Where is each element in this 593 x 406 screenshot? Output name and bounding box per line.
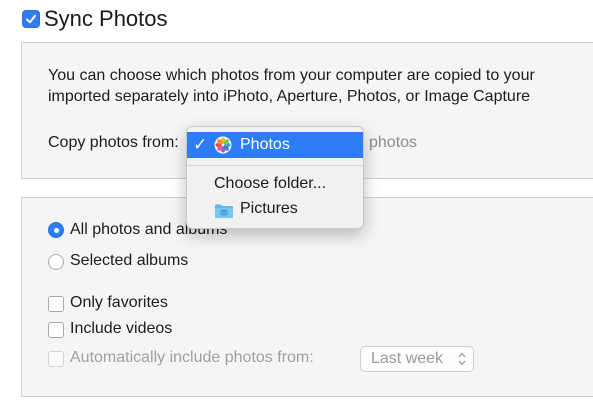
menu-separator (187, 165, 363, 166)
sync-photos-checkbox[interactable] (22, 10, 40, 28)
photos-app-icon (214, 136, 232, 154)
checkmark-icon (26, 14, 36, 24)
menu-item-photos[interactable]: ✓ Photos (187, 132, 363, 158)
folder-icon (215, 204, 233, 218)
menu-item-pictures[interactable]: Pictures (240, 200, 298, 218)
description-line-1: You can choose which photos from your co… (48, 67, 535, 84)
description-line-2: imported separately into iPhoto, Apertur… (48, 88, 531, 105)
period-select[interactable]: Last week (360, 346, 474, 372)
source-description: You can choose which photos from your co… (48, 65, 535, 107)
selected-check-icon: ✓ (193, 135, 208, 154)
menu-item-photos-label: Photos (240, 136, 290, 153)
only-favorites-label[interactable]: Only favorites (70, 294, 168, 312)
selected-albums-label[interactable]: Selected albums (70, 252, 188, 270)
copy-photos-suffix: photos (369, 134, 418, 151)
period-select-value: Last week (371, 350, 444, 367)
menu-item-choose-folder[interactable]: Choose folder... (214, 175, 326, 193)
sync-photos-title: Sync Photos (44, 6, 168, 31)
include-videos-label[interactable]: Include videos (70, 320, 172, 338)
copy-photos-label: Copy photos from: (48, 134, 179, 151)
all-photos-radio[interactable] (48, 222, 64, 238)
include-videos-checkbox[interactable] (48, 322, 64, 338)
selected-albums-radio[interactable] (48, 254, 64, 270)
only-favorites-checkbox[interactable] (48, 296, 64, 312)
auto-include-checkbox[interactable] (48, 351, 64, 367)
auto-include-label: Automatically include photos from: (70, 349, 314, 366)
up-down-arrows-icon (458, 352, 466, 366)
copy-from-menu: ✓ Photos Choose folder... Pictures (186, 126, 364, 229)
